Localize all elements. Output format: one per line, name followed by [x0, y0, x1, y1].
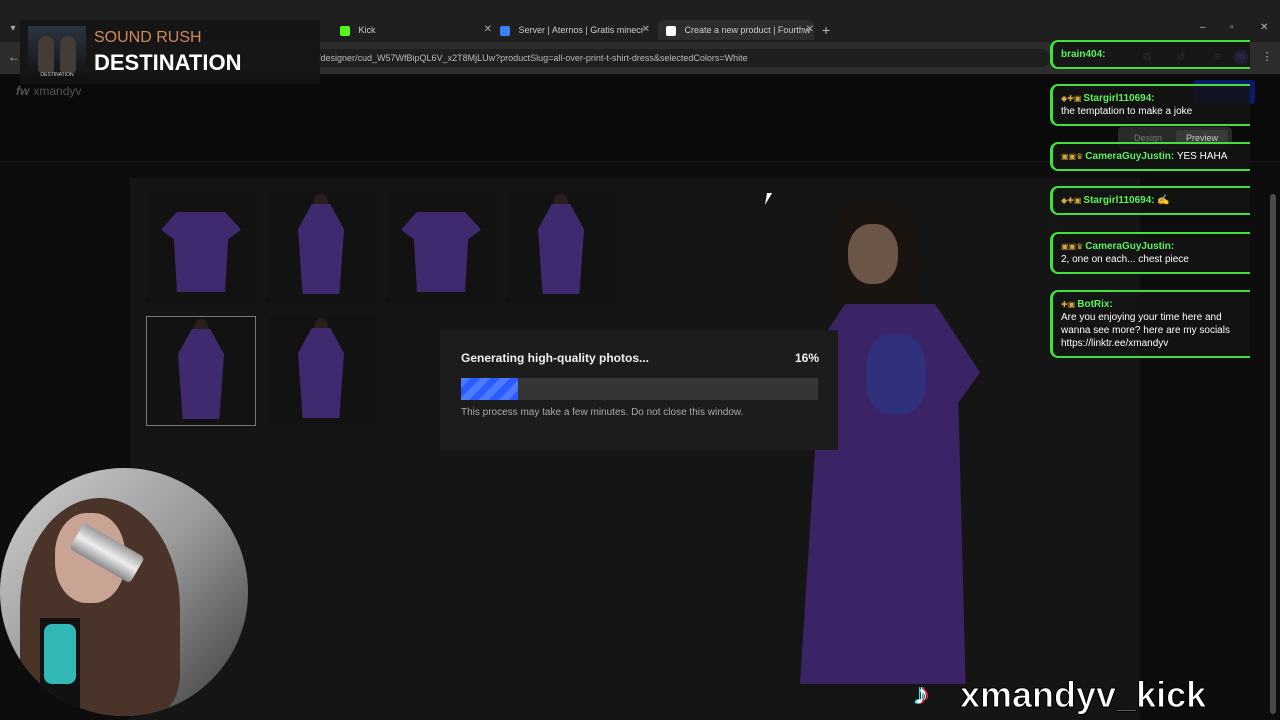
model-mockup-image: [298, 204, 344, 294]
aternos-favicon-icon: [500, 25, 510, 36]
kick-favicon-icon: [340, 25, 350, 36]
chat-overlay: brain404: ◆✚▣ Stargirl110694: the temptati…: [1050, 0, 1280, 370]
dialog-title: Generating high-quality photos...: [461, 351, 649, 365]
progress-bar-fill: [461, 378, 519, 400]
handle-text: xmandyv_kick: [959, 674, 1207, 716]
close-tab-icon[interactable]: ✕: [484, 20, 492, 40]
dialog-note: This process may take a few minutes. Do …: [461, 407, 744, 418]
mockup-thumbnail[interactable]: [506, 192, 616, 302]
mockup-thumbnail[interactable]: [386, 192, 496, 302]
chat-message: brain404:: [1050, 40, 1250, 69]
tab-search-icon[interactable]: ▾: [5, 21, 21, 37]
model-back-mockup-image: [538, 204, 584, 294]
avatar-print-graphic: [866, 334, 926, 414]
tab-fourthwall[interactable]: Create a new product | Fourthw ✕: [658, 20, 814, 40]
generating-photos-dialog: Generating high-quality photos... 16% Th…: [440, 330, 838, 450]
tiktok-icon: ♪: [914, 678, 929, 711]
chat-message: ◆✚▣ Stargirl110694: ✍: [1050, 186, 1250, 215]
fourthwall-favicon-icon: [666, 25, 676, 36]
chat-message: ▣▣♛ CameraGuyJustin: 2, one on each... che…: [1050, 232, 1250, 274]
chat-message: ✚▣ BotRix: Are you enjoying your time here…: [1050, 290, 1250, 358]
close-tab-icon[interactable]: ✕: [806, 20, 814, 40]
mockup-thumbnail[interactable]: [266, 316, 376, 426]
tab-aternos[interactable]: Server | Aternos | Gratis minecr ✕: [500, 20, 650, 40]
chat-message: ◆✚▣ Stargirl110694: the temptation to make…: [1050, 84, 1250, 126]
url-field[interactable]: /designer/cud_W57WfBipQL6V_x2T8MjLUw?pro…: [310, 49, 1050, 67]
tab-label: Kick: [358, 25, 376, 35]
now-playing-title: DESTINATION: [94, 50, 242, 75]
tshirt-print-mockup-image: [401, 212, 481, 292]
chat-message: ▣▣♛ CameraGuyJustin: YES HAHA: [1050, 142, 1250, 171]
mockup-thumbnail-selected[interactable]: [146, 316, 256, 426]
close-tab-icon[interactable]: ✕: [642, 20, 650, 40]
new-tab-icon[interactable]: +: [822, 20, 830, 40]
fourthwall-logo[interactable]: fw xmandyv: [16, 84, 81, 98]
webcam-circle: [0, 468, 248, 716]
progress-bar: [461, 378, 818, 400]
now-playing-overlay: DESTINATION SOUND RUSH DESTINATION: [20, 20, 320, 84]
tab-label: Create a new product | Fourthw: [684, 25, 811, 35]
mockup-thumbnail[interactable]: [146, 192, 256, 302]
progress-percent: 16%: [794, 351, 819, 365]
mockup-thumbnail[interactable]: [266, 192, 376, 302]
album-art: DESTINATION: [28, 26, 86, 80]
model-mockup-image: [298, 328, 344, 418]
tshirt-mockup-image: [161, 212, 241, 292]
tab-kick[interactable]: Kick ✕: [340, 20, 492, 40]
back-arrow-icon[interactable]: ←: [8, 50, 20, 64]
now-playing-artist: SOUND RUSH: [94, 29, 202, 46]
model-side-mockup-image: [178, 329, 224, 419]
tab-label: Server | Aternos | Gratis minecr: [518, 25, 644, 35]
